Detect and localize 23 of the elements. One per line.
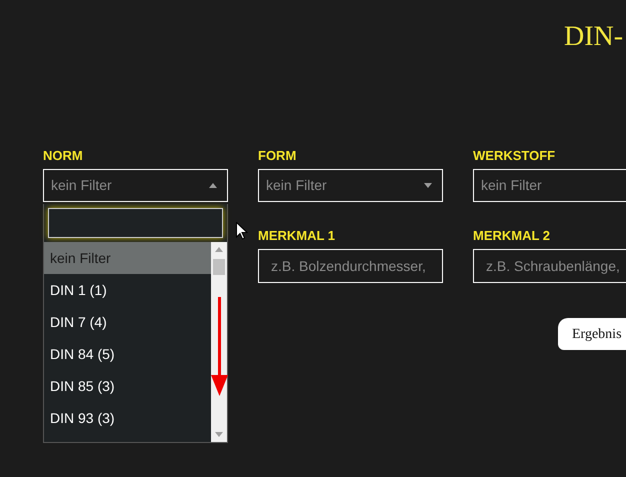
scroll-thumb[interactable] [213,259,225,275]
filter-select[interactable]: kein Filter [43,169,228,202]
dropdown-option[interactable]: DIN 85 (3) [44,370,211,402]
dropdown-option[interactable]: DIN 1 (1) [44,274,211,306]
input-field[interactable]: z.B. Schraubenlänge, [473,249,626,283]
scroll-up-icon[interactable] [215,247,223,252]
arrow-icon [211,297,229,397]
field-label: WERKSTOFF [473,148,556,163]
field-label: FORM [258,148,296,163]
dropdown-option[interactable]: DIN 84 (5) [44,338,211,370]
dropdown-option[interactable]: DIN 93 (3) [44,402,211,434]
search-field[interactable] [48,208,223,238]
scroll-down-icon[interactable] [215,432,223,437]
field-label: MERKMAL 2 [473,228,550,243]
input-field[interactable]: z.B. Bolzendurchmesser, [258,249,443,283]
field-label: NORM [43,148,83,163]
field-label: MERKMAL 1 [258,228,336,243]
filter-select[interactable]: kein Filter [473,169,626,202]
filter-select[interactable]: kein Filter [258,169,443,202]
page-title: DIN- [564,20,624,54]
cursor-icon [236,222,248,240]
dropdown-option[interactable]: DIN 7 (4) [44,306,211,338]
result-button[interactable]: Ergebnis [558,318,626,350]
